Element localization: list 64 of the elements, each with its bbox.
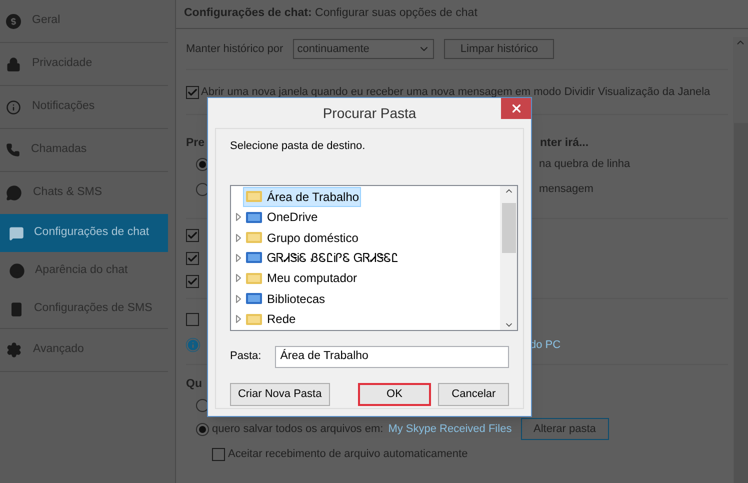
expand-icon[interactable] [236, 254, 240, 262]
folder-field[interactable]: Área de Trabalho [275, 346, 509, 368]
dialog-button[interactable]: Criar Nova Pasta [230, 382, 330, 406]
folder-icon [245, 250, 263, 266]
section-heading: Pre [186, 136, 205, 151]
dialog-title: Procurar Pasta [322, 104, 416, 122]
scrollbar[interactable] [733, 37, 748, 483]
folder-icon [245, 291, 263, 306]
folder-icon [245, 189, 263, 204]
folder-icon [245, 270, 263, 286]
tree-row[interactable]: OneDrive [233, 206, 500, 228]
folder-icon [245, 230, 263, 246]
tree-item[interactable]: Área de Trabalho [243, 186, 362, 207]
checkbox-label: Aceitar recebimento de arquivo automaticamente [228, 446, 468, 462]
checkbox[interactable] [186, 229, 199, 242]
expand-icon[interactable] [236, 234, 240, 242]
tree-row[interactable]: Grupo doméstico [233, 227, 500, 248]
dialog-button[interactable]: OK [358, 382, 432, 406]
skype-icon [6, 14, 21, 28]
checkbox[interactable] [186, 313, 199, 326]
page-header: Configurações de chat: Configurar suas opções de chat [184, 6, 478, 22]
folder-label: Pasta: [230, 349, 262, 364]
tree-item[interactable]: OneDrive [243, 207, 320, 228]
folder-icon [245, 210, 263, 225]
expand-icon[interactable] [236, 315, 240, 324]
expand-icon[interactable] [236, 213, 240, 222]
sidebar-item[interactable]: Configurações de chat [0, 214, 168, 252]
checkbox[interactable] [186, 275, 199, 288]
tree-row[interactable]: Área de Trabalho [233, 186, 500, 207]
info-icon [186, 338, 200, 352]
radio-button[interactable] [196, 422, 209, 436]
tree-scrollbar[interactable] [500, 186, 517, 330]
tree-item[interactable]: Rede [243, 309, 298, 330]
tree-row[interactable]: Rede [233, 309, 500, 330]
expand-icon[interactable] [236, 294, 240, 303]
section-heading: Qu [186, 376, 202, 392]
tree-item[interactable]: ᏀᏒᏗᏕᎥᏋ ᏰᏋᏝᎥᎵᏋ ᏀᏒᏗᏕᏋᏝ [243, 248, 401, 268]
tree-row[interactable]: Bibliotecas [233, 288, 500, 310]
chat-bubble-icon [9, 226, 24, 240]
checkbox-label: Abrir uma nova janela quando eu receber uma nova mensagem em modo Dividir Visualização da Janela [201, 84, 710, 100]
tree-row[interactable]: ᏀᏒᏗᏕᎥᏋ ᏰᏋᏝᎥᎵᏋ ᏀᏒᏗᏕᏋᏝ [233, 248, 500, 268]
tree-item[interactable]: Grupo doméstico [243, 228, 360, 248]
checkbox[interactable] [212, 448, 225, 460]
dialog-prompt: Selecione pasta de destino. [230, 139, 366, 154]
lock-icon [6, 56, 21, 72]
close-icon [510, 102, 522, 115]
checkbox[interactable] [186, 252, 199, 265]
history-label: Manter histórico por [186, 42, 284, 57]
info-icon [6, 100, 21, 114]
radio-label: quero salvar todos os arquivos em: [212, 422, 384, 437]
checkbox[interactable] [186, 86, 199, 98]
expand-icon[interactable] [236, 274, 240, 282]
folder-icon [245, 312, 263, 327]
tree-row[interactable]: Meu computador [233, 268, 500, 289]
dialog-button[interactable]: Cancelar [438, 382, 509, 406]
phone-icon [6, 143, 20, 157]
close-button[interactable] [501, 98, 531, 119]
section-heading: nter irá... [540, 136, 589, 151]
tree-item[interactable]: Meu computador [243, 268, 360, 288]
tree-item[interactable]: Bibliotecas [243, 288, 328, 309]
chat-bubble-icon [6, 185, 22, 201]
radio-label: mensagem [539, 182, 594, 198]
radio-label: na quebra de linha [539, 157, 630, 172]
settings-icon [6, 342, 22, 358]
